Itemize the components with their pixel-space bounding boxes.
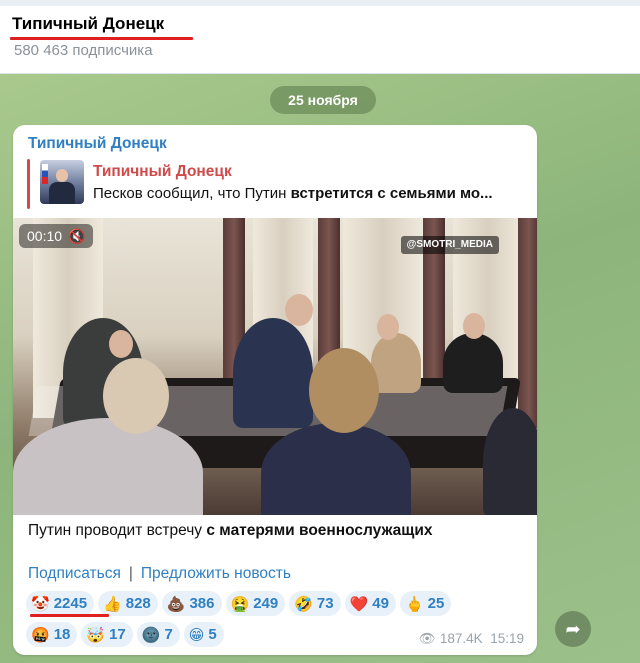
poop-icon: 💩 <box>166 594 186 613</box>
mute-icon[interactable]: 🔇 <box>68 228 85 244</box>
person-head <box>285 294 313 326</box>
red-underline-annotation <box>10 37 193 40</box>
vomit-icon: 🤮 <box>230 594 250 613</box>
message-meta: 👁 187.4K 15:19 <box>419 631 524 647</box>
person-foreground-right <box>261 423 411 515</box>
suggest-news-link[interactable]: Предложить новость <box>141 565 291 582</box>
reply-text-bold: встретится с семьями мо... <box>290 185 493 202</box>
cursing-icon: 🤬 <box>31 625 50 644</box>
red-underline-annotation <box>30 614 109 617</box>
share-arrow-icon[interactable]: ➦ <box>555 611 591 647</box>
grin-icon: 😁 <box>188 625 205 644</box>
person-head <box>463 313 485 339</box>
window-top-strip <box>0 0 640 6</box>
reply-thumbnail[interactable] <box>40 160 84 204</box>
caption-plain: Путин проводит встречу <box>28 522 207 539</box>
reaction-rofl[interactable]: 🤣 73 <box>289 591 341 616</box>
person-head <box>377 314 399 340</box>
pillar <box>518 218 537 428</box>
reaction-grin[interactable]: 😁 5 <box>183 622 224 647</box>
reaction-vomit[interactable]: 🤮 249 <box>225 591 286 616</box>
reaction-cursing[interactable]: 🤬 18 <box>26 622 78 647</box>
reaction-count: 249 <box>253 595 279 612</box>
reply-author[interactable]: Типичный Донецк <box>93 163 232 181</box>
reaction-count: 7 <box>164 626 173 643</box>
message-caption: Путин проводит встречу с матерями военно… <box>28 522 433 540</box>
reaction-poop[interactable]: 💩 386 <box>161 591 222 616</box>
person-seated <box>443 333 503 393</box>
date-separator: 25 ноября <box>270 86 376 114</box>
video-preview[interactable]: 00:10 🔇 @SMOTRI_MEDIA <box>13 218 537 515</box>
view-count: 187.4K <box>439 631 483 646</box>
person-head <box>309 348 379 433</box>
reaction-heart[interactable]: ❤️ 49 <box>344 591 396 616</box>
reaction-count: 25 <box>427 595 445 612</box>
person-in-suit <box>233 318 313 428</box>
person-head <box>103 358 169 434</box>
reaction-count: 18 <box>53 626 71 643</box>
reaction-mind-blown[interactable]: 🤯 17 <box>81 622 133 647</box>
reaction-count: 828 <box>125 595 151 612</box>
reaction-count: 73 <box>316 595 334 612</box>
reaction-clown[interactable]: 🤡 2245 <box>26 591 95 616</box>
thumbnail-person-head <box>56 169 68 182</box>
link-separator: | <box>128 565 133 582</box>
message-sender[interactable]: Типичный Донецк <box>28 135 167 153</box>
thumbnail-person-body <box>49 182 75 204</box>
reaction-count: 5 <box>208 626 217 643</box>
subscribe-link[interactable]: Подписаться <box>28 565 121 582</box>
channel-title[interactable]: Типичный Донецк <box>12 14 164 34</box>
reply-preview-text[interactable]: Песков сообщил, что Путин встретится с с… <box>93 185 523 202</box>
chat-header: Типичный Донецк 580 463 подписчика <box>0 0 640 74</box>
reaction-count: 49 <box>372 595 389 612</box>
caption-bold: с матерями военнослужащих <box>206 522 433 539</box>
reaction-middle-finger[interactable]: 🖕 25 <box>399 591 452 616</box>
mind-blown-icon: 🤯 <box>86 625 106 644</box>
reply-accent-bar <box>27 159 30 209</box>
reaction-thumbs-up[interactable]: 👍 828 <box>98 591 158 616</box>
message-links: Подписаться | Предложить новость <box>28 565 291 583</box>
eye-icon: 👁 <box>418 631 436 646</box>
message-bubble[interactable]: Типичный Донецк Типичный Донецк Песков с… <box>13 125 537 655</box>
heart-icon: ❤️ <box>349 594 369 613</box>
video-watermark: @SMOTRI_MEDIA <box>400 236 499 254</box>
person-head <box>109 330 133 358</box>
duration-text: 00:10 <box>27 228 63 244</box>
reaction-count: 386 <box>189 595 215 612</box>
clown-icon: 🤡 <box>31 594 50 613</box>
message-time: 15:19 <box>490 631 524 646</box>
subscriber-count: 580 463 подписчика <box>14 42 153 59</box>
reply-text-plain: Песков сообщил, что Путин <box>93 185 291 202</box>
reaction-count: 2245 <box>53 595 88 612</box>
rofl-icon: 🤣 <box>294 594 313 613</box>
flag-icon <box>42 164 48 184</box>
reaction-dark-moon[interactable]: 🌚 7 <box>136 622 180 647</box>
video-duration-badge[interactable]: 00:10 🔇 <box>19 224 94 248</box>
middle-finger-icon: 🖕 <box>404 594 424 613</box>
person-foreground-edge <box>483 408 537 515</box>
reaction-count: 17 <box>109 626 126 643</box>
reactions-row: 🤡 2245 👍 828 💩 386 🤮 249 🤣 73 ❤️ 49 🖕 25 <box>26 591 531 616</box>
dark-moon-icon: 🌚 <box>141 625 161 644</box>
thumbs-up-icon: 👍 <box>103 594 122 613</box>
